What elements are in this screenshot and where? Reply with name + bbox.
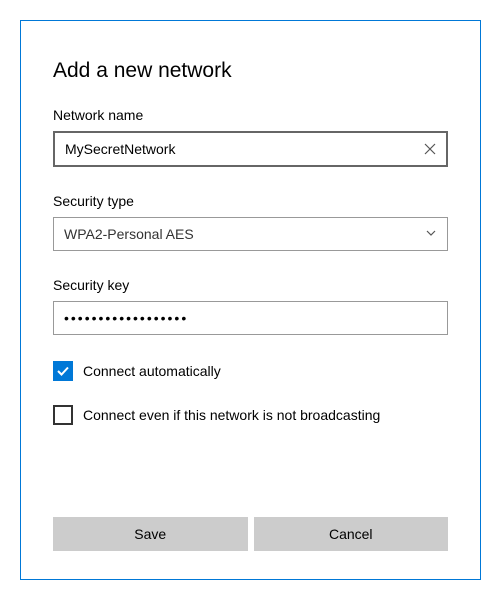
security-key-value: •••••••••••••••••• xyxy=(64,310,188,326)
security-key-label: Security key xyxy=(53,277,448,293)
network-name-label: Network name xyxy=(53,107,448,123)
connect-hidden-checkbox[interactable]: Connect even if this network is not broa… xyxy=(53,405,448,425)
security-type-select[interactable]: WPA2-Personal AES xyxy=(53,217,448,251)
security-type-field: Security type WPA2-Personal AES xyxy=(53,193,448,251)
network-name-input[interactable] xyxy=(53,131,448,167)
security-key-input[interactable]: •••••••••••••••••• xyxy=(53,301,448,335)
add-network-dialog: Add a new network Network name Security … xyxy=(20,20,481,580)
checkbox-box xyxy=(53,405,73,425)
connect-auto-label: Connect automatically xyxy=(83,363,221,379)
close-icon xyxy=(424,143,436,155)
save-button[interactable]: Save xyxy=(53,517,248,551)
network-name-field: Network name xyxy=(53,107,448,167)
security-type-label: Security type xyxy=(53,193,448,209)
connect-hidden-label: Connect even if this network is not broa… xyxy=(83,407,380,423)
connect-auto-checkbox[interactable]: Connect automatically xyxy=(53,361,448,381)
network-name-input-wrapper xyxy=(53,131,448,167)
check-icon xyxy=(56,364,70,378)
button-row: Save Cancel xyxy=(53,517,448,551)
dialog-title: Add a new network xyxy=(53,59,448,83)
chevron-down-icon xyxy=(425,226,437,242)
checkbox-box xyxy=(53,361,73,381)
cancel-button[interactable]: Cancel xyxy=(254,517,449,551)
clear-network-name-button[interactable] xyxy=(418,137,442,161)
security-key-field: Security key •••••••••••••••••• xyxy=(53,277,448,335)
security-type-value: WPA2-Personal AES xyxy=(64,226,194,242)
